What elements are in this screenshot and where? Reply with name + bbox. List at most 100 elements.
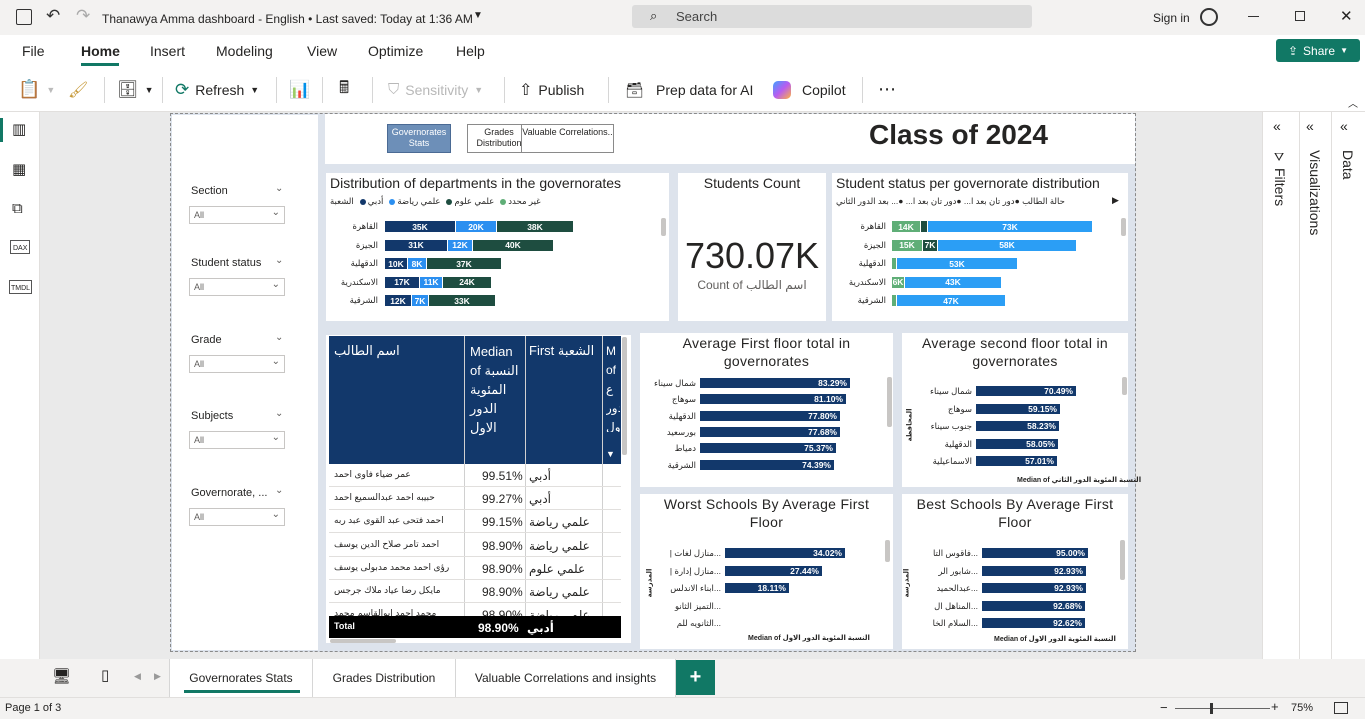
tmdl-view-icon[interactable]: TMDL	[9, 280, 33, 294]
bar[interactable]: 18.11%	[725, 583, 789, 594]
chevron-down-icon[interactable]: ⌄	[275, 485, 283, 496]
bar[interactable]: 81.10%	[700, 394, 846, 405]
bar-segment[interactable]: 20K	[456, 221, 496, 232]
bar[interactable]: 58.05%	[976, 438, 1058, 449]
legend-item[interactable]: علمي رياضة	[389, 196, 440, 207]
bar[interactable]: 57.01%	[976, 456, 1057, 467]
chevron-down-icon[interactable]: ⌄	[275, 255, 283, 266]
tab-prev-icon[interactable]: ◀	[134, 671, 141, 682]
avg-first-floor-chart[interactable]: Average First floor total in governorate…	[640, 333, 893, 487]
bar-segment[interactable]: 10K	[385, 258, 407, 269]
nav-valuable-correlations-button[interactable]: Valuable Correlations..	[521, 124, 614, 153]
desktop-layout-icon[interactable]: 🖥	[52, 667, 71, 685]
close-icon[interactable]: ✕	[1340, 7, 1353, 25]
bar-segment[interactable]: 6K	[892, 276, 904, 288]
bar-segment[interactable]: 8K	[408, 258, 426, 269]
filters-collapse-icon[interactable]: «	[1273, 118, 1281, 134]
legend-item[interactable]: علمي علوم	[446, 196, 494, 207]
bar-segment[interactable]: 12K	[385, 295, 411, 306]
visualizations-collapse-icon[interactable]: «	[1306, 118, 1314, 134]
nav-governorates-stats-button[interactable]: Governorates Stats	[387, 124, 451, 153]
bar-segment[interactable]	[892, 258, 896, 269]
legend-next-icon[interactable]: ▶	[1112, 195, 1119, 206]
bar-segment[interactable]	[892, 295, 896, 306]
copilot-button[interactable]: Copilot	[773, 67, 846, 112]
user-avatar-icon[interactable]	[1200, 8, 1218, 26]
bar-segment[interactable]: 33K	[429, 295, 495, 306]
menu-file[interactable]: File	[22, 43, 45, 59]
slicer-dropdown[interactable]: All ⌄	[189, 508, 285, 526]
search-box[interactable]: ⌕ Search	[632, 5, 1032, 28]
report-view-icon[interactable]	[0, 118, 3, 142]
avg-second-floor-chart[interactable]: Average second floor total in governorat…	[902, 333, 1141, 487]
publish-button[interactable]: ⇧ Publish	[519, 67, 584, 112]
bar[interactable]: 27.44%	[725, 565, 822, 576]
slicer-dropdown[interactable]: All ⌄	[189, 206, 285, 224]
bar-segment[interactable]: 37K	[427, 258, 501, 269]
zoom-slider-thumb[interactable]	[1210, 703, 1213, 714]
slicer-dropdown[interactable]: All ⌄	[189, 278, 285, 296]
data-pane-label[interactable]: Data	[1340, 150, 1356, 180]
bar[interactable]: 74.39%	[700, 459, 834, 470]
bar-segment[interactable]: 24K	[443, 276, 491, 288]
bar[interactable]: 92.68%	[982, 600, 1085, 611]
slicer-dropdown[interactable]: All ⌄	[189, 355, 285, 373]
legend-item[interactable]: أدبي	[359, 196, 383, 207]
legend-item[interactable]: غير محدد	[500, 196, 541, 207]
header-student-name[interactable]: اسم الطالب	[334, 343, 400, 359]
bar-segment[interactable]: 7K	[412, 295, 428, 306]
add-page-button[interactable]: +	[676, 660, 715, 695]
tab-next-icon[interactable]: ▶	[154, 671, 161, 682]
refresh-button[interactable]: ⟳ Refresh ▼	[175, 67, 259, 112]
sort-desc-icon[interactable]: ▼	[606, 449, 615, 459]
menu-view[interactable]: View	[307, 43, 337, 59]
scrollbar[interactable]	[1120, 540, 1125, 580]
bar-segment[interactable]: 47K	[897, 295, 1005, 306]
bar-segment[interactable]: 12K	[448, 239, 472, 251]
new-visual-button[interactable]: 📊	[289, 67, 310, 112]
student-status-chart[interactable]: Student status per governorate distribut…	[832, 173, 1128, 321]
horizontal-scrollbar[interactable]	[330, 639, 396, 643]
menu-home[interactable]: Home	[81, 43, 120, 59]
bar[interactable]: 59.15%	[976, 403, 1060, 414]
header-first-dept[interactable]: First الشعبة	[529, 343, 594, 359]
zoom-in-icon[interactable]: +	[1271, 699, 1279, 714]
bar-segment[interactable]: 43K	[905, 276, 1001, 288]
tab-governorates-stats[interactable]: Governorates Stats	[169, 659, 313, 697]
scrollbar[interactable]	[661, 218, 666, 236]
best-schools-chart[interactable]: Best Schools By Average First Floor المد…	[902, 494, 1128, 649]
scrollbar[interactable]	[885, 540, 890, 562]
fit-to-page-icon[interactable]	[1334, 702, 1348, 714]
bar[interactable]: 77.80%	[700, 410, 840, 421]
bar-segment[interactable]: 58K	[938, 239, 1076, 251]
more-options-button[interactable]: ⋯	[878, 67, 897, 112]
zoom-slider[interactable]	[1175, 708, 1270, 709]
tab-valuable-correlations[interactable]: Valuable Correlations and insights	[456, 659, 676, 697]
bar-segment[interactable]: 14K	[892, 221, 920, 232]
students-table[interactable]: اسم الطالب Median of النسبة المئوية الدو…	[326, 335, 631, 643]
bar[interactable]: 92.93%	[982, 565, 1086, 576]
collapse-ribbon-icon[interactable]: ︿	[1348, 95, 1358, 110]
bar-segment[interactable]: 31K	[385, 239, 447, 251]
tab-grades-distribution[interactable]: Grades Distribution	[313, 659, 456, 697]
chevron-down-icon[interactable]: ⌄	[275, 183, 283, 194]
bar[interactable]: 95.00%	[982, 548, 1088, 558]
dax-view-icon[interactable]: DAX	[10, 240, 31, 254]
format-painter-button[interactable]: 🖌	[68, 67, 88, 112]
scrollbar[interactable]	[1121, 218, 1126, 236]
bar[interactable]: 34.02%	[725, 548, 845, 558]
table-view-icon[interactable]: ▦	[12, 160, 26, 178]
slicer-dropdown[interactable]: All ⌄	[189, 431, 285, 449]
maximize-icon[interactable]	[1295, 11, 1305, 21]
bar[interactable]: 92.62%	[982, 618, 1085, 629]
redo-icon[interactable]: ↷	[76, 6, 90, 26]
bar-segment[interactable]: 40K	[473, 239, 553, 251]
mobile-layout-icon[interactable]: ▯	[101, 666, 109, 684]
chevron-down-icon[interactable]: ⌄	[275, 408, 283, 419]
prep-data-button[interactable]: 🗃 Prep data for AI	[625, 67, 753, 112]
filters-pane-label[interactable]: Filters	[1272, 168, 1288, 206]
menu-modeling[interactable]: Modeling	[216, 43, 273, 59]
report-view-icon[interactable]: ▥	[12, 120, 26, 138]
chevron-down-icon[interactable]: ⌄	[275, 332, 283, 343]
bar[interactable]: 58.23%	[976, 421, 1059, 432]
